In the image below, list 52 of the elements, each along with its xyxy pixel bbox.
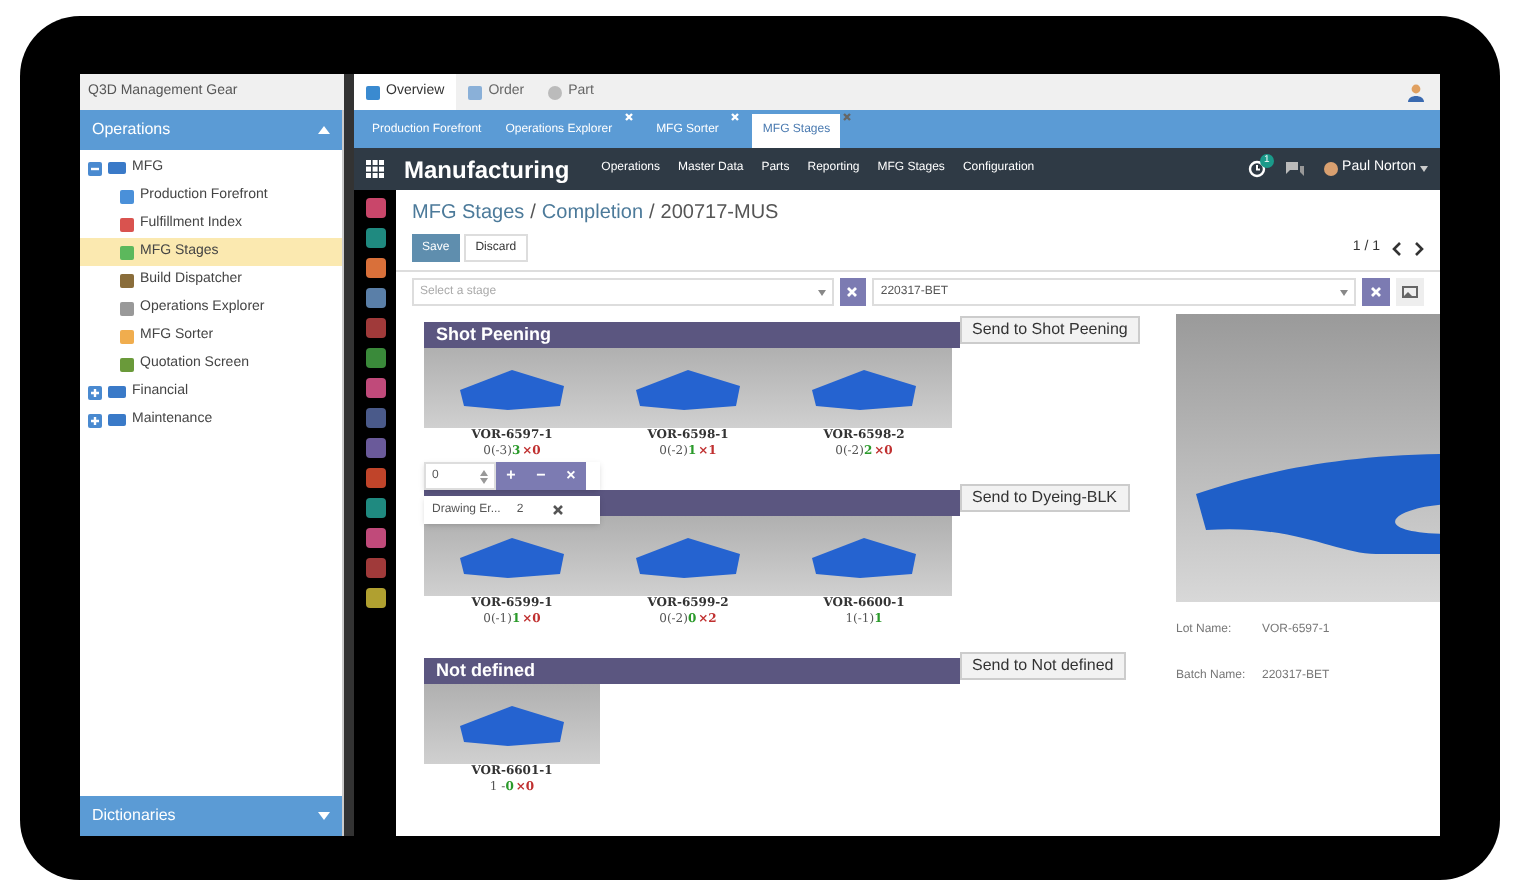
caret-icon bbox=[817, 289, 826, 295]
increment-button[interactable]: + bbox=[496, 462, 526, 490]
group-title: Shot Peening bbox=[436, 321, 552, 348]
clear-batch-button[interactable] bbox=[1362, 278, 1391, 306]
previous-icon[interactable] bbox=[1392, 241, 1402, 255]
breadcrumb-link[interactable]: Completion bbox=[541, 198, 644, 228]
caret-icon bbox=[1340, 289, 1349, 295]
picture-icon bbox=[1402, 286, 1419, 298]
collapse-icon bbox=[318, 126, 330, 134]
clear-button[interactable]: × bbox=[556, 462, 586, 490]
app-icon[interactable] bbox=[365, 198, 385, 218]
app-icon[interactable] bbox=[365, 528, 385, 548]
caret-icon bbox=[1420, 166, 1428, 172]
chat-icon[interactable] bbox=[1286, 161, 1305, 177]
app-icon[interactable] bbox=[365, 348, 385, 368]
folder-icon bbox=[108, 162, 126, 174]
expand-icon[interactable] bbox=[88, 385, 102, 399]
app-icon[interactable] bbox=[365, 288, 385, 308]
avatar-icon bbox=[1324, 162, 1339, 176]
expand-icon[interactable] bbox=[88, 413, 102, 427]
app-icon[interactable] bbox=[365, 258, 385, 278]
group-title: Not defined bbox=[436, 657, 535, 684]
breadcrumb-separator: / bbox=[649, 200, 655, 228]
app-name: Manufacturing bbox=[404, 153, 570, 187]
image-button[interactable] bbox=[1396, 278, 1424, 306]
collapse-icon[interactable] bbox=[88, 161, 102, 175]
expand-icon bbox=[318, 812, 330, 820]
close-icon bbox=[846, 286, 859, 298]
app-icon[interactable] bbox=[365, 498, 385, 518]
user-icon[interactable] bbox=[1408, 83, 1424, 101]
apps-grid-icon[interactable] bbox=[366, 160, 384, 178]
close-icon[interactable] bbox=[551, 504, 564, 516]
send-button[interactable]: Send to Dyeing-BLK bbox=[960, 484, 1129, 512]
clear-stage-button[interactable] bbox=[839, 278, 867, 306]
app-icon[interactable] bbox=[365, 438, 385, 458]
breadcrumb-separator: / bbox=[530, 200, 536, 228]
app-icon[interactable] bbox=[365, 588, 385, 608]
breadcrumb-current: 200717-MUS bbox=[660, 200, 779, 228]
decrement-button[interactable]: − bbox=[526, 462, 556, 490]
app-icon[interactable] bbox=[365, 468, 385, 488]
close-icon bbox=[1370, 286, 1383, 298]
tab-icon bbox=[366, 85, 380, 99]
tab-icon bbox=[548, 85, 563, 99]
next-icon[interactable] bbox=[1414, 241, 1424, 255]
activity-icon[interactable] bbox=[1248, 160, 1267, 178]
spinner-icon[interactable] bbox=[480, 469, 488, 483]
app-icon[interactable] bbox=[365, 228, 385, 248]
send-button[interactable]: Send to Not defined bbox=[960, 652, 1126, 680]
app-icon[interactable] bbox=[365, 378, 385, 398]
breadcrumb-link[interactable]: MFG Stages bbox=[412, 198, 525, 228]
send-button[interactable]: Send to Shot Peening bbox=[960, 316, 1140, 344]
tab-icon bbox=[468, 85, 483, 99]
